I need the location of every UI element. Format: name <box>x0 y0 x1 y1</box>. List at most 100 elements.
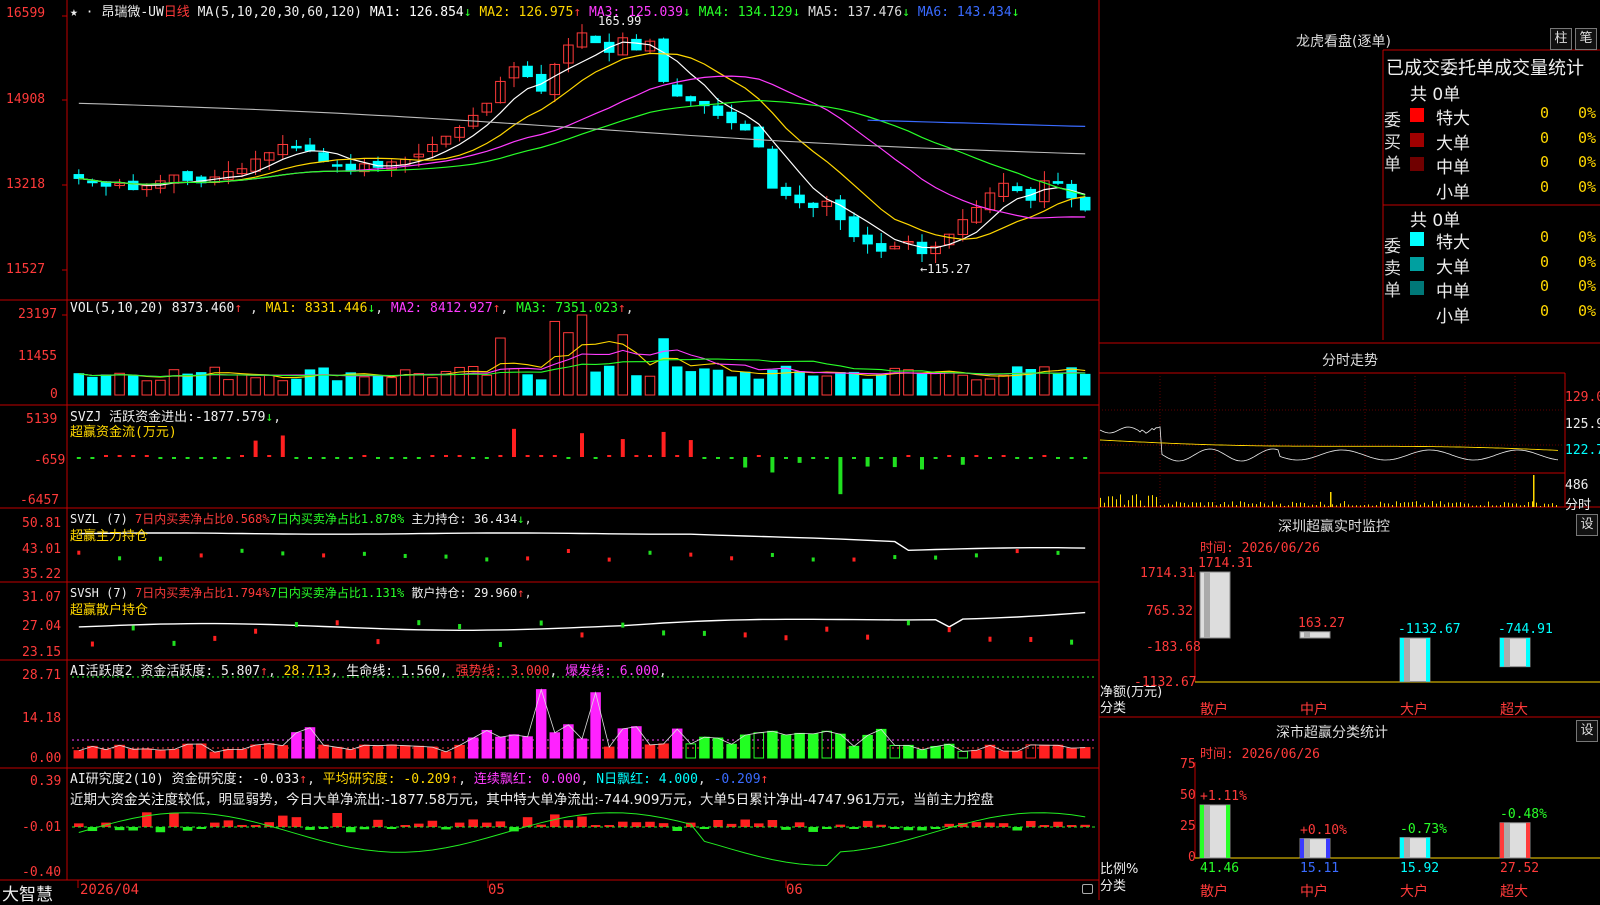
fund-flow-bar <box>253 440 258 457</box>
ai-research-tick: 0.39 <box>30 774 62 789</box>
activity-bar <box>1066 747 1077 759</box>
fund-flow-bar <box>852 457 856 459</box>
intraday-volume-bar <box>1416 501 1417 507</box>
net-amount-bar-edge <box>1400 638 1404 682</box>
holding-dot <box>743 632 747 638</box>
intraday-volume-bar <box>1464 503 1465 507</box>
fund-flow-bar <box>1001 455 1006 457</box>
volume-bar <box>807 375 819 396</box>
vol-tick: 11455 <box>18 349 58 364</box>
volume-bar <box>495 337 506 396</box>
fund-flow-bar <box>1042 455 1047 457</box>
volume-bar <box>563 332 574 396</box>
order-qty: 0 <box>1540 104 1550 122</box>
volume-bar <box>658 338 669 396</box>
research-bar <box>454 822 465 827</box>
intraday-volume-bar <box>1428 504 1429 507</box>
ai-active-tick: 28.71 <box>22 668 62 683</box>
intraday-volume-bar <box>1552 503 1553 507</box>
intraday-volume-bar <box>1352 505 1353 507</box>
net-amount-bar-shade <box>1204 572 1210 638</box>
ratio-value: 27.52 <box>1500 861 1540 876</box>
ai-active-c: 生命线: 1.560 <box>346 664 441 679</box>
research-bar <box>278 815 288 827</box>
volume-bar <box>943 371 955 396</box>
intraday-volume-bar <box>1520 505 1521 507</box>
kline-chart-area[interactable] <box>0 0 1600 900</box>
research-bar <box>291 817 302 827</box>
intraday-volume-bar <box>1328 505 1329 507</box>
period-label[interactable]: 日线 <box>164 5 190 20</box>
activity-bar <box>549 732 561 759</box>
intraday-volume-bar <box>1220 504 1221 507</box>
order-pct: 0% <box>1578 128 1597 147</box>
volume-bar <box>318 367 329 396</box>
ai-active-tick: 14.18 <box>22 711 62 726</box>
fund-flow-bar <box>1028 457 1033 459</box>
fund-flow-bar <box>1056 457 1060 459</box>
svzl-label: SVZL (7) <box>70 512 128 526</box>
volume-bar <box>427 377 438 396</box>
intraday-volume-bar <box>1404 502 1405 507</box>
holding-dot <box>730 556 734 561</box>
ai-research-b: 平均研究度: -0.209 <box>322 772 451 787</box>
intraday-volume-bar <box>1152 495 1153 507</box>
tick-mode-button[interactable]: 笔 <box>1575 28 1597 50</box>
brand-logo[interactable]: 大智慧 <box>2 880 53 905</box>
ai-research-e: -0.209 <box>713 772 761 787</box>
net-amount-bar-shade <box>1504 638 1510 667</box>
activity-bar <box>685 743 697 759</box>
intraday-volume-bar <box>1304 503 1305 507</box>
sz-class-settings-button[interactable]: 设 <box>1576 720 1598 742</box>
star-icon[interactable]: ★ · <box>70 5 93 20</box>
ai-active-b: 28.713 <box>283 664 331 679</box>
intraday-volume-bar <box>1444 504 1445 507</box>
fund-flow-bar <box>484 457 489 459</box>
volume-bar <box>726 376 737 396</box>
ma60-line <box>78 102 1086 155</box>
ratio-change: +0.10% <box>1300 822 1347 838</box>
volume-bar <box>250 377 261 396</box>
volume-bar <box>168 369 180 396</box>
volume-bar <box>794 371 805 396</box>
lock-icon[interactable] <box>1082 884 1093 894</box>
svsh-tick: 23.15 <box>22 645 62 660</box>
fund-flow-bar <box>131 455 136 457</box>
sz-monitor-tick: 765.32 <box>1146 604 1193 619</box>
stock-name: 昂瑞微-UW <box>101 5 164 20</box>
holding-dot <box>825 626 829 632</box>
candle-body <box>780 186 792 196</box>
activity-bar <box>835 733 846 759</box>
side-char: 买 <box>1384 133 1401 153</box>
intraday-price-line <box>1099 426 1559 462</box>
ratio-bar-edge <box>1200 804 1204 858</box>
candle-body <box>127 180 139 191</box>
activity-bar <box>331 746 343 759</box>
research-bar <box>128 827 138 831</box>
fund-flow-bar <box>172 457 176 459</box>
intraday-volume-bar <box>1332 504 1333 507</box>
ratio-change: +1.11% <box>1200 788 1247 804</box>
fund-flow-bar <box>321 457 326 459</box>
fund-flow-bar <box>675 455 680 457</box>
category-label: 超大 <box>1500 702 1528 718</box>
intraday-tick: 122.7 <box>1565 443 1600 458</box>
activity-bar <box>794 732 805 759</box>
activity-bar <box>971 749 982 759</box>
bar-mode-button[interactable]: 柱 <box>1550 28 1572 50</box>
intraday-volume-bar <box>1196 502 1197 507</box>
order-size-name: 小单 <box>1436 182 1470 203</box>
holding-dot <box>648 550 652 555</box>
intraday-volume-bar <box>1488 501 1489 507</box>
fund-flow-bar <box>294 457 299 459</box>
activity-bar <box>1039 744 1050 759</box>
candle-body <box>291 145 302 149</box>
volume-bar <box>685 371 697 396</box>
intraday-volume-bar <box>1268 505 1269 507</box>
sz-monitor-settings-button[interactable]: 设 <box>1576 514 1598 536</box>
intraday-volume-bar <box>1180 502 1181 507</box>
candle-body <box>631 38 642 51</box>
intraday-volume-bar <box>1372 505 1373 507</box>
candle-body <box>1011 186 1023 192</box>
holding-dot <box>974 553 978 558</box>
